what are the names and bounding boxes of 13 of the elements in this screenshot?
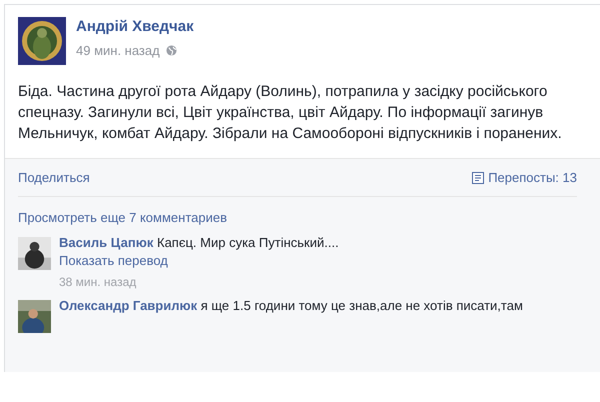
translate-link[interactable]: Показать перевод <box>59 252 339 270</box>
commenter-name[interactable]: Василь Цапюк <box>59 234 154 250</box>
post-time[interactable]: 49 мин. назад <box>76 40 160 60</box>
post-text: Біда. Частина другої рота Айдару (Волинь), потрапила у засідку російського спецназу. Загинули всі, Цвіт українства, цвіт Айдару. По інформації загинув Мельничук, комбат Айдару. Зібрали на Самообороні відпускників і поранених. <box>18 82 563 144</box>
share-link[interactable]: Поделиться <box>18 168 90 188</box>
comment-text: Василь Цапюк Капєц. Мир сука Путінський.... <box>59 234 339 252</box>
reposts-link[interactable]: Перепосты: 13 <box>472 168 577 188</box>
view-more-comments[interactable]: Просмотреть еще 7 комментариев <box>18 208 591 228</box>
author-name[interactable]: Андрій Хведчак <box>76 16 194 38</box>
commenter-name[interactable]: Олександр Гаврилюк <box>59 298 198 312</box>
note-icon <box>472 172 484 184</box>
comment-text: Олександр Гаврилюк я ще 1.5 години тому це знав,але не хотів писати,там <box>59 296 523 314</box>
globe-icon <box>166 44 177 56</box>
